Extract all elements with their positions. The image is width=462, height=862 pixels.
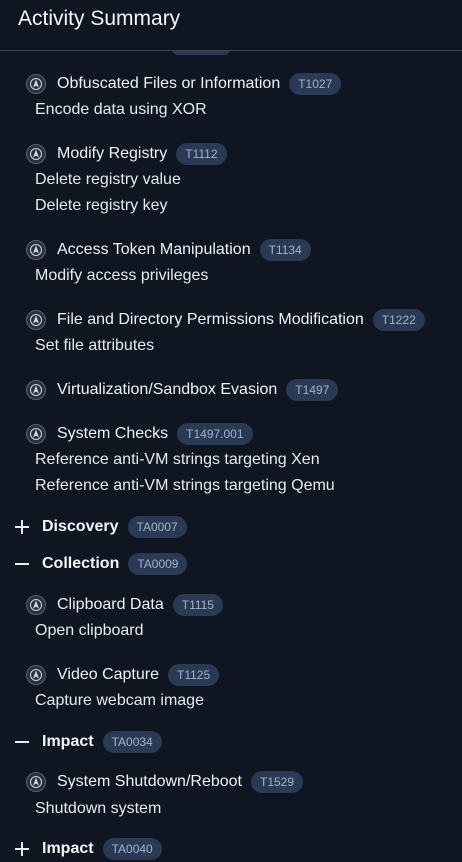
tactic-row-impact[interactable]: Impact TA0034 [14, 730, 162, 754]
attack-emblem-icon [26, 595, 46, 615]
tactic-id-badge[interactable]: TA0009 [128, 553, 188, 575]
technique-name: Clipboard Data [57, 596, 164, 613]
technique-row[interactable]: File and Directory Permissions Modificat… [26, 308, 425, 332]
technique-id-badge[interactable]: T1115 [172, 594, 223, 616]
page-title: Activity Summary [18, 7, 181, 30]
attack-emblem-icon [26, 772, 46, 792]
technique-description: Capture webcam image [35, 692, 204, 709]
technique-name: Virtualization/Sandbox Evasion [57, 381, 278, 398]
tactic-row-impact[interactable]: Impact TA0040 [14, 837, 162, 861]
technique-name: Video Capture [57, 666, 159, 683]
plus-icon[interactable] [14, 519, 30, 535]
technique-row[interactable]: System Shutdown/Reboot T1529 [26, 770, 304, 794]
attack-emblem-icon [26, 240, 46, 260]
tactic-name: Impact [42, 733, 94, 750]
technique-id-badge[interactable]: T1027 [289, 73, 342, 95]
technique-description: Shutdown system [35, 800, 162, 817]
technique-row[interactable]: Virtualization/Sandbox Evasion T1497 [26, 378, 339, 402]
technique-description: Reference anti-VM strings targeting Qemu [35, 477, 335, 494]
technique-name: Obfuscated Files or Information [57, 75, 281, 92]
technique-id-badge[interactable]: T1497.001 [177, 423, 253, 445]
technique-description: Open clipboard [35, 622, 144, 639]
technique-id-badge[interactable]: T1125 [168, 664, 220, 686]
technique-row[interactable]: Obfuscated Files or Information T1027 [26, 72, 342, 96]
technique-description: Reference anti-VM strings targeting Xen [35, 451, 320, 468]
tactic-id-badge[interactable]: TA0040 [102, 838, 162, 860]
technique-row[interactable]: Access Token Manipulation T1134 [26, 238, 311, 262]
technique-description: Modify access privileges [35, 267, 209, 284]
technique-name: System Checks [57, 425, 169, 442]
technique-id-badge[interactable]: T1222 [372, 309, 425, 331]
attack-emblem-icon [26, 310, 46, 330]
technique-id-badge[interactable]: T1134 [259, 239, 311, 261]
tactic-row-collection[interactable]: Collection TA0009 [14, 552, 188, 576]
technique-description: Delete registry key [35, 197, 168, 214]
attack-emblem-icon [26, 665, 46, 685]
tactic-name: Impact [42, 840, 94, 857]
header: Activity Summary [0, 0, 462, 51]
technique-name: File and Directory Permissions Modificat… [57, 311, 364, 328]
tactic-name: Discovery [42, 518, 119, 535]
technique-description: Encode data using XOR [35, 101, 207, 118]
technique-description: Delete registry value [35, 171, 181, 188]
tactic-id-badge[interactable]: TA0034 [102, 731, 162, 753]
technique-row[interactable]: Clipboard Data T1115 [26, 593, 223, 617]
technique-id-badge[interactable]: T1112 [176, 143, 227, 165]
tactic-name: Collection [42, 555, 120, 572]
attack-emblem-icon [26, 424, 46, 444]
minus-icon[interactable] [14, 734, 30, 750]
tactic-row-discovery[interactable]: Discovery TA0007 [14, 515, 187, 539]
technique-id-badge[interactable]: T1497 [286, 379, 339, 401]
tactic-id-badge[interactable]: TA0007 [127, 516, 187, 538]
minus-icon[interactable] [14, 556, 30, 572]
technique-name: Access Token Manipulation [57, 241, 251, 258]
technique-description: Set file attributes [35, 337, 155, 354]
attack-emblem-icon [26, 380, 46, 400]
plus-icon[interactable] [14, 841, 30, 857]
technique-id-badge[interactable]: T1529 [251, 771, 304, 793]
technique-row[interactable]: Modify Registry T1112 [26, 142, 227, 166]
attack-emblem-icon [26, 144, 46, 164]
attack-emblem-icon [26, 74, 46, 94]
technique-row[interactable]: Video Capture T1125 [26, 663, 220, 687]
technique-name: Modify Registry [57, 145, 168, 162]
technique-row[interactable]: System Checks T1497.001 [26, 422, 253, 446]
technique-name: System Shutdown/Reboot [57, 773, 242, 790]
